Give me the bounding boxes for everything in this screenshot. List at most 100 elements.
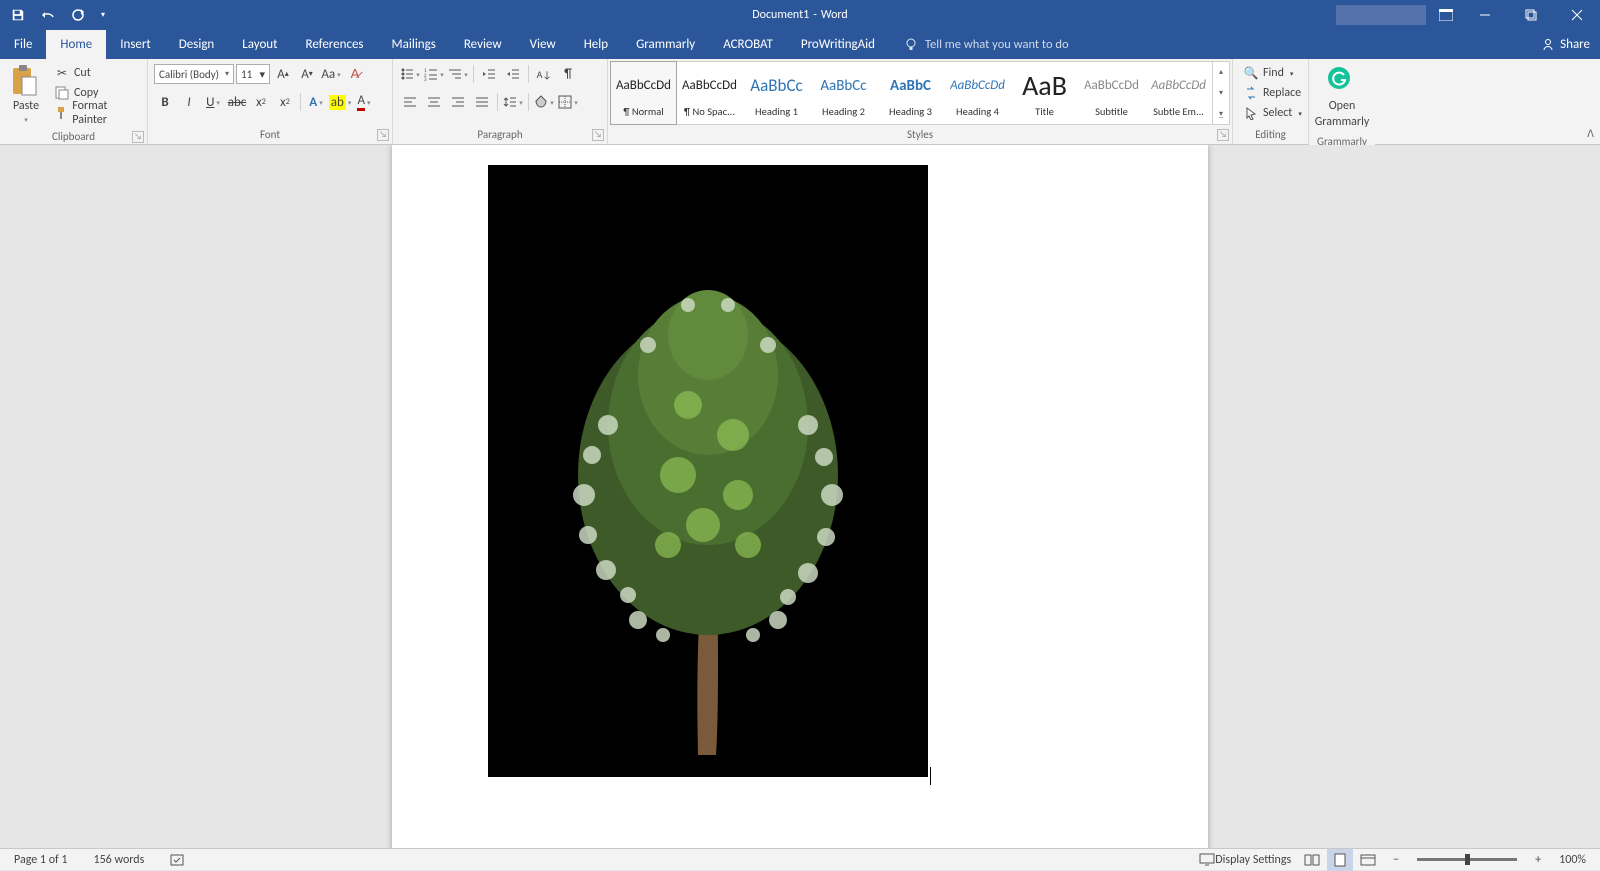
maximize-button[interactable] <box>1508 0 1554 30</box>
save-button[interactable] <box>4 1 32 29</box>
paste-button[interactable]: Paste ▾ <box>6 63 46 126</box>
tab-prowritingaid[interactable]: ProWritingAid <box>787 30 889 59</box>
sort-button[interactable]: A↓ <box>533 63 555 85</box>
ribbon-display-options-button[interactable] <box>1434 3 1458 27</box>
style-subtle-em---[interactable]: AaBbCcDdSubtle Em... <box>1145 62 1212 124</box>
bullets-button[interactable] <box>399 63 421 85</box>
style---no-spac---[interactable]: AaBbCcDd¶ No Spac... <box>676 62 743 124</box>
superscript-button[interactable]: x2 <box>274 91 296 113</box>
collapse-ribbon-button[interactable]: ᐱ <box>1587 127 1594 140</box>
display-settings-button[interactable]: Display Settings <box>1193 849 1297 871</box>
line-spacing-button[interactable] <box>502 91 524 113</box>
share-label: Share <box>1560 37 1590 52</box>
account-indicator[interactable] <box>1336 5 1426 25</box>
document-workspace[interactable] <box>0 145 1600 848</box>
tab-acrobat[interactable]: ACROBAT <box>709 30 787 59</box>
align-center-button[interactable] <box>423 91 445 113</box>
zoom-slider[interactable] <box>1417 858 1517 861</box>
strikethrough-button[interactable]: abc <box>226 91 248 113</box>
document-name: Document1 <box>752 8 809 22</box>
style-title[interactable]: AaBTitle <box>1011 62 1078 124</box>
tab-file[interactable]: File <box>0 30 46 59</box>
web-layout-button[interactable] <box>1355 849 1381 871</box>
select-button[interactable]: Select ▾ <box>1239 103 1306 123</box>
font-size-combo[interactable]: 11▾ <box>236 64 270 84</box>
align-left-button[interactable] <box>399 91 421 113</box>
page-count[interactable]: Page 1 of 1 <box>8 849 74 871</box>
page-1[interactable] <box>392 145 1208 848</box>
paragraph-dialog-launcher[interactable]: ↘ <box>592 129 604 141</box>
format-painter-button[interactable]: Format Painter <box>50 103 141 123</box>
tab-insert[interactable]: Insert <box>106 30 165 59</box>
style---normal[interactable]: AaBbCcDd¶ Normal <box>610 61 677 125</box>
zoom-out-button[interactable]: − <box>1383 849 1409 871</box>
shrink-font-button[interactable]: A▾ <box>296 63 318 85</box>
cut-button[interactable]: ✂ Cut <box>50 63 141 83</box>
clipboard-dialog-launcher[interactable]: ↘ <box>132 131 144 143</box>
qat-customize-button[interactable]: ▾ <box>94 1 112 29</box>
style-name-label: Heading 2 <box>822 105 865 118</box>
minimize-button[interactable] <box>1462 0 1508 30</box>
tab-layout[interactable]: Layout <box>228 30 291 59</box>
styles-gallery-scroll: ▴ ▾ ▾̲ <box>1212 62 1229 124</box>
tab-home[interactable]: Home <box>46 30 106 59</box>
increase-indent-button[interactable] <box>502 63 524 85</box>
multilevel-list-button[interactable] <box>447 63 469 85</box>
search-icon: 🔍 <box>1243 65 1259 81</box>
undo-button[interactable] <box>34 1 62 29</box>
styles-expand[interactable]: ▾̲ <box>1213 103 1229 124</box>
font-name-combo[interactable]: Calibri (Body)▾ <box>154 64 234 84</box>
quick-access-toolbar: ▾ <box>0 1 112 29</box>
print-layout-button[interactable] <box>1327 849 1353 871</box>
underline-button[interactable]: U <box>202 91 224 113</box>
styles-dialog-launcher[interactable]: ↘ <box>1217 129 1229 141</box>
highlight-button[interactable]: ab <box>329 91 351 113</box>
tab-references[interactable]: References <box>292 30 378 59</box>
tab-help[interactable]: Help <box>570 30 622 59</box>
tell-me-search[interactable]: Tell me what you want to do <box>893 30 1079 59</box>
replace-button[interactable]: Replace <box>1239 83 1305 103</box>
open-grammarly-button[interactable]: Open Grammarly <box>1311 63 1374 131</box>
decrease-indent-button[interactable] <box>478 63 500 85</box>
numbering-button[interactable]: 123 <box>423 63 445 85</box>
italic-button[interactable]: I <box>178 91 200 113</box>
clear-formatting-button[interactable]: A̷ <box>344 63 366 85</box>
change-case-button[interactable]: Aa <box>320 63 342 85</box>
grow-font-button[interactable]: A▴ <box>272 63 294 85</box>
align-right-button[interactable] <box>447 91 469 113</box>
zoom-level[interactable]: 100% <box>1553 849 1592 871</box>
zoom-slider-thumb[interactable] <box>1465 854 1470 865</box>
tab-grammarly[interactable]: Grammarly <box>622 30 709 59</box>
replace-icon <box>1243 85 1259 101</box>
bold-button[interactable]: B <box>154 91 176 113</box>
styles-scroll-up[interactable]: ▴ <box>1213 62 1229 83</box>
style-heading-3[interactable]: AaBbCHeading 3 <box>877 62 944 124</box>
read-mode-button[interactable] <box>1299 849 1325 871</box>
tab-design[interactable]: Design <box>165 30 228 59</box>
subscript-button[interactable]: x2 <box>250 91 272 113</box>
zoom-in-button[interactable]: + <box>1525 849 1551 871</box>
justify-button[interactable] <box>471 91 493 113</box>
borders-button[interactable] <box>557 91 579 113</box>
style-heading-4[interactable]: AaBbCcDdHeading 4 <box>944 62 1011 124</box>
tab-review[interactable]: Review <box>450 30 516 59</box>
font-dialog-launcher[interactable]: ↘ <box>377 129 389 141</box>
redo-button[interactable] <box>64 1 92 29</box>
styles-scroll-down[interactable]: ▾ <box>1213 83 1229 104</box>
share-button[interactable]: Share <box>1540 30 1590 59</box>
style-heading-1[interactable]: AaBbCcHeading 1 <box>743 62 810 124</box>
app-name: Word <box>821 8 848 22</box>
find-button[interactable]: 🔍 Find ▾ <box>1239 63 1297 83</box>
text-effects-button[interactable]: A <box>305 91 327 113</box>
font-color-button[interactable]: A <box>353 91 375 113</box>
word-count[interactable]: 156 words <box>88 849 151 871</box>
tab-view[interactable]: View <box>516 30 570 59</box>
style-subtitle[interactable]: AaBbCcDdSubtitle <box>1078 62 1145 124</box>
inserted-image[interactable] <box>488 165 928 777</box>
tab-mailings[interactable]: Mailings <box>378 30 450 59</box>
close-button[interactable] <box>1554 0 1600 30</box>
style-heading-2[interactable]: AaBbCcHeading 2 <box>810 62 877 124</box>
shading-button[interactable] <box>533 91 555 113</box>
show-marks-button[interactable]: ¶ <box>557 63 579 85</box>
spell-check-status[interactable] <box>164 849 192 871</box>
